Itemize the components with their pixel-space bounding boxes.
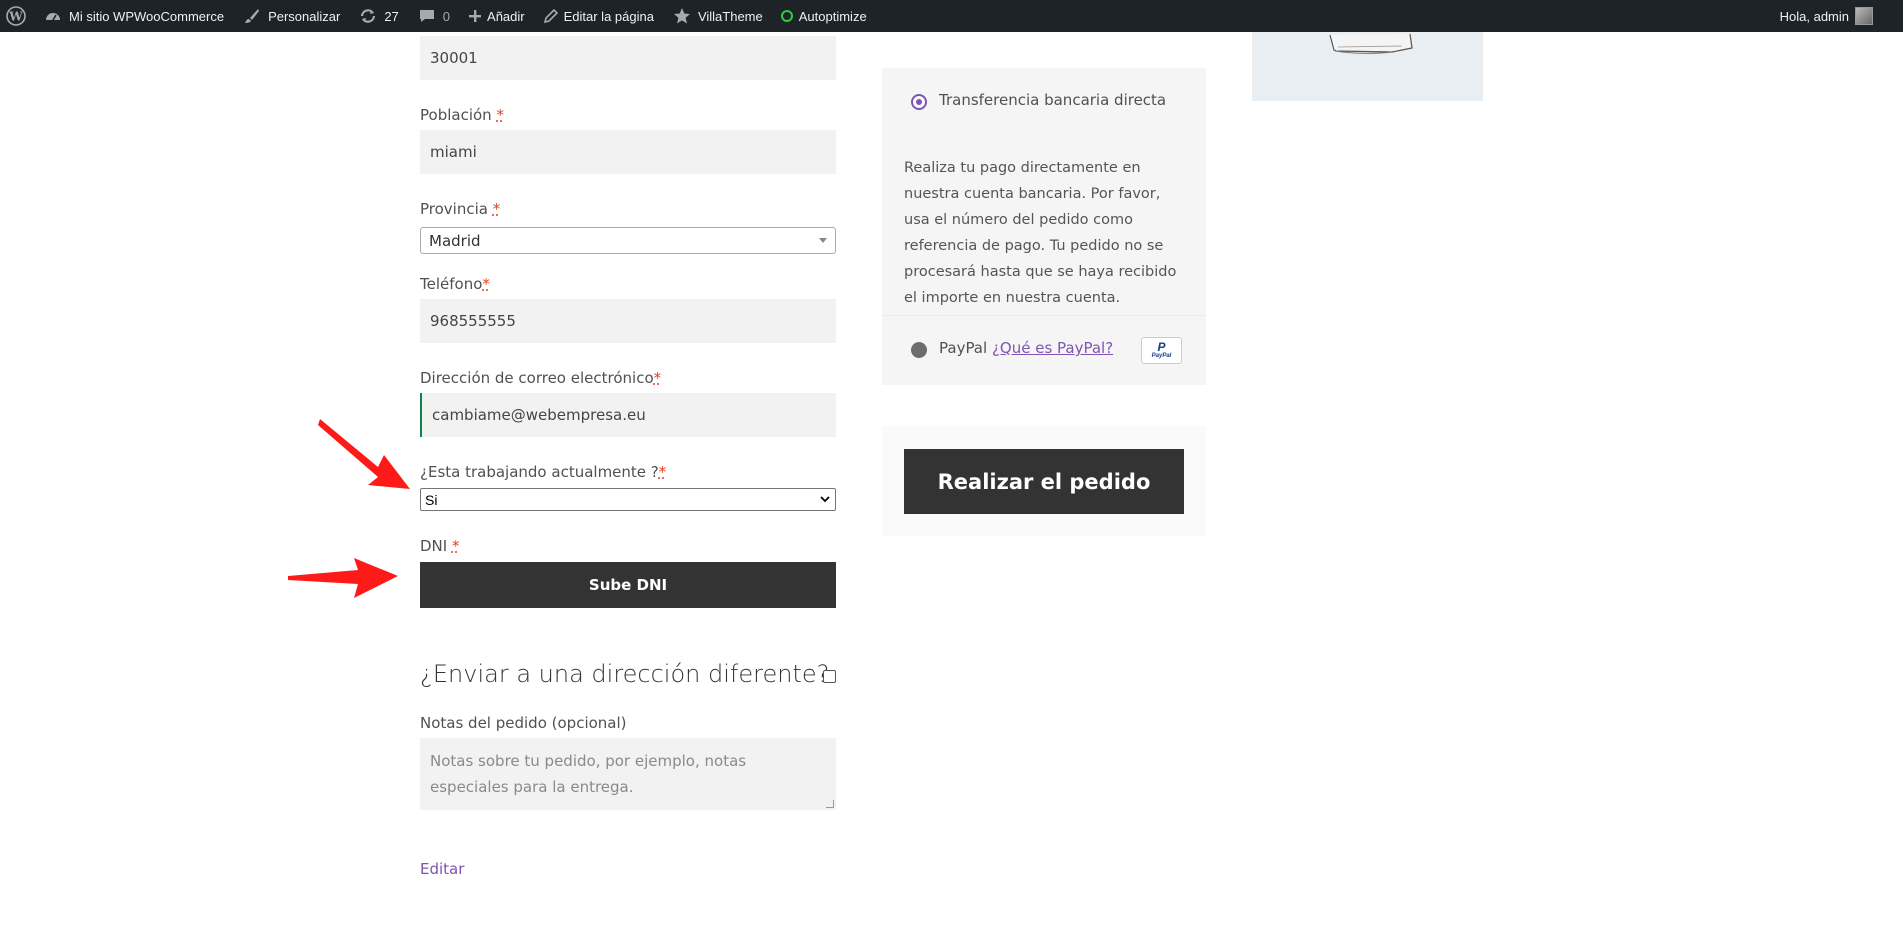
product-illustration-icon bbox=[1329, 33, 1413, 54]
phone-input[interactable]: 968555555 bbox=[420, 299, 836, 343]
refresh-icon bbox=[358, 6, 378, 26]
city-label: Población * bbox=[420, 106, 504, 124]
add-new-menu[interactable]: Añadir bbox=[459, 0, 534, 32]
payment-box: Transferencia bancaria directa Realiza t… bbox=[882, 68, 1206, 536]
greeting: Hola, admin bbox=[1779, 8, 1849, 24]
postcode-value: 30001 bbox=[430, 49, 478, 67]
email-value: cambiame@webempresa.eu bbox=[432, 406, 646, 424]
wordpress-menu[interactable]: W bbox=[0, 0, 34, 32]
villatheme-menu[interactable]: VillaTheme bbox=[663, 0, 772, 32]
edit-page-label: Editar la página bbox=[563, 8, 654, 24]
site-name-menu[interactable]: Mi sitio WPWooCommerce bbox=[34, 0, 233, 32]
wordpress-icon: W bbox=[6, 6, 26, 26]
updates-menu[interactable]: 27 bbox=[349, 0, 407, 32]
payment-option-paypal[interactable]: PayPal ¿Qué es PayPal? P PayPal bbox=[882, 316, 1206, 385]
plus-icon bbox=[468, 6, 482, 26]
admin-bar: W Mi sitio WPWooCommerce Personalizar 27… bbox=[0, 0, 1903, 32]
updates-count: 27 bbox=[384, 8, 399, 24]
payment-option-bacs[interactable]: Transferencia bancaria directa bbox=[882, 68, 1206, 137]
chevron-down-icon bbox=[820, 493, 830, 508]
paypal-option-label: PayPal ¿Qué es PayPal? bbox=[939, 339, 1113, 357]
phone-label: Teléfono* bbox=[420, 275, 490, 293]
working-label: ¿Esta trabajando actualmente ?* bbox=[420, 463, 667, 481]
annotation-arrow-icon bbox=[288, 558, 398, 598]
working-select[interactable]: Si bbox=[420, 488, 836, 511]
comments-count: 0 bbox=[442, 8, 451, 24]
edit-link[interactable]: Editar bbox=[420, 860, 464, 878]
working-value: Si bbox=[425, 491, 438, 508]
account-menu[interactable]: Hola, admin bbox=[1780, 0, 1873, 32]
ship-different-heading: ¿Enviar a una dirección diferente? bbox=[420, 660, 830, 688]
required-mark: * bbox=[451, 537, 460, 555]
city-input[interactable]: miami bbox=[420, 130, 836, 174]
svg-text:W: W bbox=[8, 10, 23, 24]
radio-selected-icon[interactable] bbox=[911, 94, 927, 110]
phone-value: 968555555 bbox=[430, 312, 516, 330]
email-label: Dirección de correo electrónico* bbox=[420, 369, 662, 387]
notes-placeholder: Notas sobre tu pedido, por ejemplo, nota… bbox=[430, 752, 747, 796]
comments-menu[interactable]: 0 bbox=[408, 0, 459, 32]
province-label: Provincia * bbox=[420, 200, 501, 218]
star-icon bbox=[672, 6, 692, 26]
customize-menu[interactable]: Personalizar bbox=[233, 0, 349, 32]
notes-label: Notas del pedido (opcional) bbox=[420, 714, 627, 732]
required-mark: * bbox=[653, 369, 662, 387]
city-value: miami bbox=[430, 143, 477, 161]
dropdown-arrow-icon bbox=[819, 238, 827, 243]
annotation-arrow-icon bbox=[318, 419, 410, 489]
dni-label: DNI * bbox=[420, 537, 460, 555]
status-circle-icon bbox=[780, 10, 793, 22]
paypal-label: PayPal bbox=[939, 339, 988, 357]
province-value: Madrid bbox=[429, 231, 481, 250]
what-is-paypal-link[interactable]: ¿Qué es PayPal? bbox=[992, 339, 1113, 357]
required-mark: * bbox=[658, 463, 667, 481]
edit-page-menu[interactable]: Editar la página bbox=[534, 0, 663, 32]
brush-icon bbox=[242, 6, 262, 26]
resize-handle-icon[interactable] bbox=[826, 800, 834, 808]
order-notes-textarea[interactable]: Notas sobre tu pedido, por ejemplo, nota… bbox=[420, 738, 836, 810]
required-mark: * bbox=[496, 106, 504, 124]
upload-dni-button[interactable]: Sube DNI bbox=[420, 562, 836, 608]
radio-unselected-icon[interactable] bbox=[911, 342, 927, 358]
avatar bbox=[1855, 7, 1873, 25]
site-name: Mi sitio WPWooCommerce bbox=[69, 8, 225, 24]
villatheme-label: VillaTheme bbox=[697, 8, 763, 24]
paypal-logo-icon: P PayPal bbox=[1141, 337, 1182, 364]
add-new-label: Añadir bbox=[487, 8, 525, 24]
payment-gap bbox=[882, 385, 1206, 426]
email-input[interactable]: cambiame@webempresa.eu bbox=[420, 393, 836, 437]
autoptimize-label: Autoptimize bbox=[798, 8, 867, 24]
comment-icon bbox=[417, 6, 437, 26]
bacs-label: Transferencia bancaria directa bbox=[939, 91, 1167, 109]
dashboard-icon bbox=[43, 6, 63, 26]
required-mark: * bbox=[482, 275, 490, 293]
province-select[interactable]: Madrid bbox=[420, 227, 836, 254]
product-image-card bbox=[1252, 32, 1483, 101]
postcode-input[interactable]: 30001 bbox=[420, 36, 836, 80]
place-order-button[interactable]: Realizar el pedido bbox=[904, 449, 1184, 514]
customize-label: Personalizar bbox=[268, 8, 341, 24]
autoptimize-menu[interactable]: Autoptimize bbox=[772, 0, 876, 32]
pencil-icon bbox=[543, 6, 559, 26]
required-mark: * bbox=[492, 200, 501, 218]
ship-different-checkbox[interactable] bbox=[823, 670, 836, 683]
bacs-description: Realiza tu pago directamente en nuestra … bbox=[882, 137, 1206, 315]
